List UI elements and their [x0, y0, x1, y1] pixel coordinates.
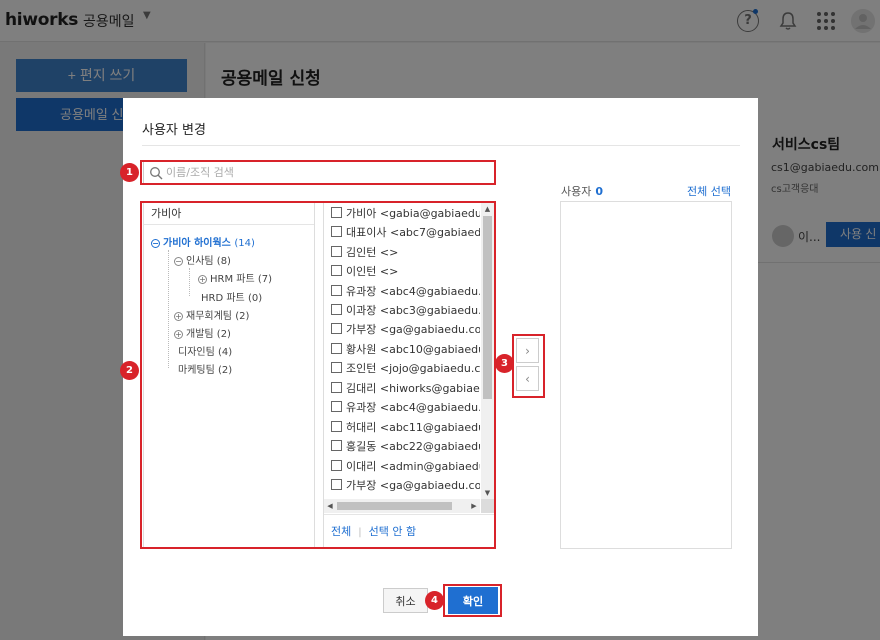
scroll-left-icon[interactable]: ◀: [324, 499, 336, 513]
list-item[interactable]: 대표이사 <abc7@gabiaedu.com>: [331, 224, 480, 243]
collapse-icon[interactable]: −: [151, 239, 160, 248]
list-item[interactable]: 유과장 <abc4@gabiaedu.com>: [331, 399, 480, 418]
tree-node-hrd-part[interactable]: HRD 파트 (0): [201, 289, 262, 304]
horizontal-scroll-thumb[interactable]: [337, 502, 452, 510]
search-box[interactable]: [143, 161, 495, 184]
list-item[interactable]: 황사원 <abc10@gabiaedu.com>: [331, 341, 480, 360]
remove-user-button[interactable]: ‹: [516, 366, 539, 391]
list-item[interactable]: 김인턴 <>: [331, 244, 480, 263]
expand-icon[interactable]: +: [198, 275, 207, 284]
footer-separator: |: [358, 527, 362, 538]
user-checkbox[interactable]: [331, 265, 342, 276]
list-item[interactable]: 허대리 <abc11@gabiaedu.com>: [331, 419, 480, 438]
list-item[interactable]: 이과장 <abc3@gabiaedu.com>: [331, 302, 480, 321]
callout-badge-4: 4: [425, 591, 444, 610]
tree-node-dev-team[interactable]: + 개발팀 (2): [174, 325, 231, 340]
user-checkbox[interactable]: [331, 401, 342, 412]
scroll-up-icon[interactable]: ▲: [481, 203, 494, 215]
cancel-button[interactable]: 취소: [383, 588, 428, 613]
list-item[interactable]: 가부장 <ga@gabiaedu.com>: [331, 321, 480, 340]
user-checkbox[interactable]: [331, 382, 342, 393]
tree-guide-line: [189, 268, 190, 296]
user-checkbox[interactable]: [331, 226, 342, 237]
callout-badge-1: 1: [120, 163, 139, 182]
list-item[interactable]: 유과장 <abc4@gabiaedu.com>: [331, 283, 480, 302]
org-tree-header: 가비아: [144, 203, 314, 225]
selected-users-list[interactable]: [560, 201, 732, 549]
user-list-footer: 전체 | 선택 안 함: [324, 514, 494, 547]
list-item[interactable]: 김대리 <hiworks@gabiaedu.com>: [331, 380, 480, 399]
user-checkbox[interactable]: [331, 479, 342, 490]
callout-badge-2: 2: [120, 361, 139, 380]
user-checkbox[interactable]: [331, 440, 342, 451]
tree-node-hrm-part[interactable]: + HRM 파트 (7): [198, 270, 272, 285]
list-item[interactable]: 이인턴 <>: [331, 263, 480, 282]
vertical-scroll-thumb[interactable]: [483, 216, 492, 399]
select-all-selected-link[interactable]: 전체 선택: [687, 183, 731, 199]
transfer-buttons: › ‹: [514, 336, 541, 393]
collapse-icon[interactable]: −: [174, 257, 183, 266]
callout-badge-3: 3: [495, 354, 514, 373]
user-checkbox[interactable]: [331, 246, 342, 257]
confirm-button[interactable]: 확인: [448, 587, 498, 614]
change-user-dialog: 사용자 변경 가비아 −가비아 하이웍스 (14) −인사팀 (8) +HRM …: [120, 98, 758, 636]
user-checkbox[interactable]: [331, 207, 342, 218]
user-list-panel: 가비아 <gabia@gabiaedu.com> 대표이사 <abc7@gabi…: [323, 202, 495, 548]
dialog-title: 사용자 변경: [142, 123, 206, 138]
dialog-divider: [142, 145, 740, 146]
selected-users-label: 사용자 0: [561, 185, 604, 198]
user-checkbox[interactable]: [331, 421, 342, 432]
expand-icon[interactable]: +: [174, 330, 183, 339]
scroll-right-icon[interactable]: ▶: [468, 499, 480, 513]
user-checkbox[interactable]: [331, 343, 342, 354]
horizontal-scrollbar[interactable]: ◀ ▶: [324, 499, 480, 513]
org-tree-panel: 가비아 − 가비아 하이웍스 (14) − 인사팀 (8) + HRM 파트 (7) …: [143, 202, 315, 548]
search-input[interactable]: [166, 163, 486, 182]
user-checkbox[interactable]: [331, 362, 342, 373]
user-checkbox[interactable]: [331, 323, 342, 334]
select-all-link[interactable]: 전체: [331, 525, 351, 538]
user-checkbox[interactable]: [331, 460, 342, 471]
tree-node-design-team[interactable]: 디자인팀 (4): [178, 343, 232, 358]
vertical-scrollbar[interactable]: ▲ ▼: [481, 203, 494, 499]
tree-guide-line: [168, 250, 169, 368]
tree-node-hr-team[interactable]: − 인사팀 (8): [174, 252, 231, 267]
user-checkbox[interactable]: [331, 285, 342, 296]
scroll-down-icon[interactable]: ▼: [481, 487, 494, 499]
list-item[interactable]: 조인턴 <jojo@gabiaedu.com>: [331, 360, 480, 379]
list-item[interactable]: 이대리 <admin@gabiaedu.com>: [331, 458, 480, 477]
list-item[interactable]: 가비아 <gabia@gabiaedu.com>: [331, 205, 480, 224]
search-icon: [150, 167, 163, 180]
selected-users-count: 0: [595, 185, 604, 198]
user-checkbox[interactable]: [331, 304, 342, 315]
scroll-corner: [481, 499, 494, 513]
add-user-button[interactable]: ›: [516, 338, 539, 363]
deselect-all-link[interactable]: 선택 안 함: [369, 525, 416, 538]
user-list[interactable]: 가비아 <gabia@gabiaedu.com> 대표이사 <abc7@gabi…: [324, 203, 480, 499]
tree-node-finance-team[interactable]: + 재무회계팀 (2): [174, 307, 249, 322]
tree-node-gabia-hiworks[interactable]: − 가비아 하이웍스 (14): [151, 234, 255, 249]
list-item[interactable]: 홍길동 <abc22@gabiaedu.com>: [331, 438, 480, 457]
list-item[interactable]: 가부장 <ga@gabiaedu.com>: [331, 477, 480, 496]
tree-node-marketing-team[interactable]: 마케팅팀 (2): [178, 361, 232, 376]
expand-icon[interactable]: +: [174, 312, 183, 321]
